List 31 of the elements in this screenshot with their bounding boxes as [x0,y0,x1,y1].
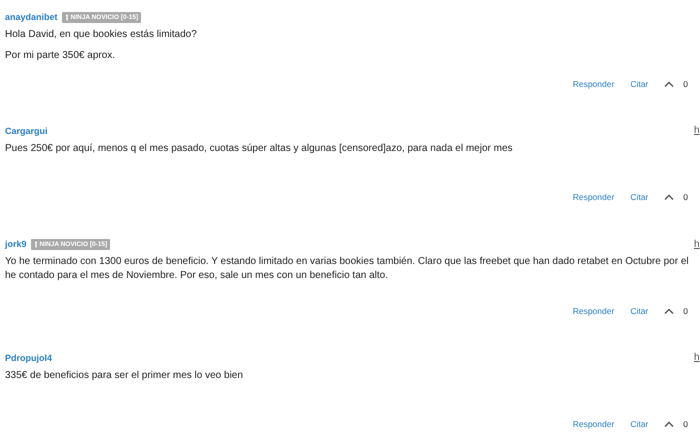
action-link[interactable]: Responder [572,419,614,429]
timestamp-link[interactable]: h [694,352,700,363]
action-link[interactable]: Citar [630,78,648,88]
comment-text: Yo he terminado con 1300 euros de beneficio. Y estando limitado en varias bookies también. Claro que las freebet que han dado retabet en Octubre por el [5,255,690,269]
vote-count: 0 [683,306,688,316]
action-link[interactable]: Responder [572,78,614,88]
action-link[interactable]: Responder [572,192,614,202]
upvote-icon[interactable] [664,194,674,200]
vote-count: 0 [683,192,688,202]
comment-text: Por mi parte 350€ aprox. [5,49,116,63]
timestamp-link[interactable]: h [694,238,700,250]
figure-icon [64,14,69,20]
action-link[interactable]: Citar [630,306,648,316]
username-link[interactable]: jork9 [5,239,27,249]
action-link[interactable]: Responder [572,306,614,316]
upvote-icon[interactable] [664,421,674,427]
username-link[interactable]: Cargargui [5,126,48,136]
action-link[interactable]: Citar [630,419,648,429]
timestamp-link[interactable]: h [694,125,700,136]
upvote-icon[interactable] [664,308,674,314]
vote-count: 0 [683,419,688,429]
username-link[interactable]: Pdropujol4 [5,352,52,362]
comment-text: he contado para el mes de Noviembre. Por eso, sale un mes con un beneficio tan alto. [5,269,390,283]
comment-text: Pues 250€ por aquí, menos q el mes pasado, cuotas súper altas y algunas [censored]azo, para nada el mejor mes [5,142,514,156]
username-link[interactable]: anaydanibet [5,12,58,22]
action-link[interactable]: Citar [630,192,648,202]
comment-text: Hola David, en que bookies estás limitado? [5,28,198,42]
vote-count: 0 [683,78,688,88]
figure-icon [34,240,38,248]
upvote-icon[interactable] [664,80,674,86]
comment-text: 335€ de beneficios para ser el primer mes lo veo bien [5,368,244,382]
